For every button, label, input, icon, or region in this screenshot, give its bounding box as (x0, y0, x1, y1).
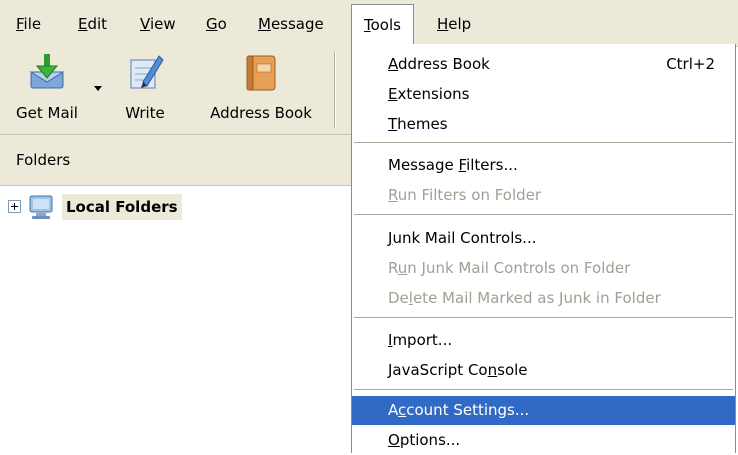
menu-view[interactable]: View (138, 12, 178, 36)
menu-bar: File Edit View Go Message Tools Help (0, 0, 738, 47)
address-book-icon (246, 55, 276, 91)
toolbar-separator (334, 52, 336, 128)
main-toolbar: Get Mail Write Address Book (0, 46, 352, 135)
computer-icon (29, 195, 53, 219)
menu-item-delete-junk-mail: Delete Mail Marked as Junk in Folder (388, 289, 661, 307)
menu-edit[interactable]: Edit (76, 12, 109, 36)
menu-item-run-filters-on-folder: Run Filters on Folder (388, 186, 542, 204)
menu-message[interactable]: Message (256, 12, 326, 36)
menu-tools[interactable]: Tools (351, 4, 414, 45)
menu-separator (354, 389, 733, 390)
folder-tree: Local Folders (0, 186, 352, 453)
menu-go[interactable]: Go (204, 12, 229, 36)
folders-header-label: Folders (16, 151, 71, 169)
folders-pane-header[interactable]: Folders (0, 135, 352, 186)
menu-file[interactable]: File (14, 12, 43, 36)
address-book-button[interactable]: Address Book (196, 48, 326, 132)
menu-help[interactable]: Help (435, 12, 473, 36)
menu-item-message-filters[interactable]: Message Filters... (352, 151, 735, 180)
menu-item-account-settings[interactable]: Account Settings... (352, 396, 735, 425)
write-button[interactable]: Write (110, 48, 180, 132)
menu-item-address-book[interactable]: Address Book Ctrl+2 (352, 50, 735, 79)
expand-icon[interactable] (8, 200, 21, 213)
get-mail-button[interactable]: Get Mail (4, 48, 90, 132)
menu-item-junk-mail-controls[interactable]: Junk Mail Controls... (352, 224, 735, 253)
shortcut-label: Ctrl+2 (666, 55, 715, 73)
get-mail-dropdown-icon[interactable] (94, 86, 102, 91)
menu-item-themes[interactable]: Themes (352, 110, 735, 139)
menu-item-extensions[interactable]: Extensions (352, 80, 735, 109)
menu-separator (354, 317, 733, 318)
get-mail-icon (29, 54, 65, 89)
menu-separator (354, 214, 733, 215)
menu-item-javascript-console[interactable]: JavaScript Console (352, 356, 735, 385)
write-icon (130, 55, 164, 89)
tree-item-label: Local Folders (62, 194, 182, 220)
menu-item-run-junk-mail-controls: Run Junk Mail Controls on Folder (388, 259, 631, 277)
menu-item-options[interactable]: Options... (352, 426, 735, 455)
menu-separator (354, 142, 733, 143)
tools-menu: Address Book Ctrl+2 Extensions Themes Me… (351, 44, 736, 453)
menu-item-import[interactable]: Import... (352, 326, 735, 355)
